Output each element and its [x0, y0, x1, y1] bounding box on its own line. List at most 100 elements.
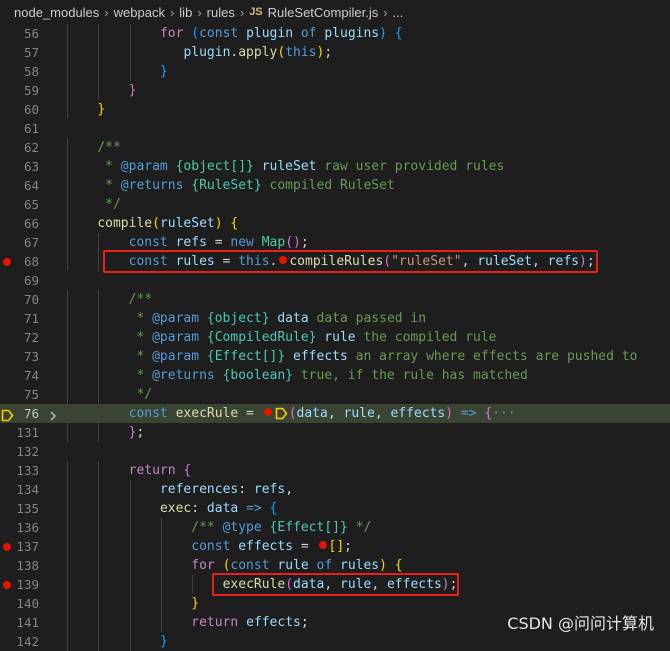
inline-breakpoint-icon[interactable] [318, 541, 327, 549]
indent-guide [67, 252, 68, 271]
indent-guide [98, 366, 100, 385]
code-line[interactable]: 70 /** [0, 290, 670, 309]
breadcrumb-item[interactable]: rules [207, 5, 235, 20]
line-number: 74 [23, 368, 39, 383]
code-line[interactable]: 135 exec: data => { [0, 499, 670, 518]
code-line[interactable]: 59} [0, 81, 670, 100]
code-text[interactable]: for (const plugin of plugins) { [160, 24, 403, 43]
indent-guide [67, 157, 68, 176]
breadcrumb-item[interactable]: ... [393, 5, 404, 20]
indent-guide [98, 43, 100, 62]
indent-guide [98, 499, 100, 518]
code-token: /** [97, 140, 121, 155]
code-text[interactable]: return effects; [191, 613, 308, 632]
indent-guide [67, 423, 68, 442]
code-token: raw user provided rules [316, 159, 505, 174]
code-text[interactable]: */ [97, 195, 121, 214]
code-line[interactable]: 56 for (const plugin of plugins) { [0, 24, 670, 43]
code-line[interactable]: 58} [0, 62, 670, 81]
code-text[interactable]: * @param {CompiledRule} rule the compile… [129, 328, 496, 347]
code-text[interactable]: */ [129, 385, 152, 404]
code-text[interactable]: /** [97, 138, 120, 157]
indent-guide [98, 480, 100, 499]
code-line[interactable]: 133 return { [0, 461, 670, 480]
code-line[interactable]: 131}; [0, 423, 670, 442]
code-token: ; [300, 235, 309, 250]
code-line[interactable]: 71 * @param {object} data data passed in [0, 309, 670, 328]
code-text[interactable]: const effects = []; [191, 537, 352, 556]
breadcrumb-separator: › [239, 4, 245, 20]
code-token: { [230, 216, 239, 231]
code-token: /** [191, 520, 223, 535]
code-text[interactable]: return { [129, 461, 192, 480]
indent-guide [67, 195, 68, 214]
code-token: data [206, 501, 239, 516]
code-text[interactable]: } [129, 81, 137, 100]
code-line[interactable]: 137 const effects = []; [0, 537, 670, 556]
breadcrumb-item[interactable]: lib [179, 5, 192, 20]
code-token: {RuleSet} [191, 178, 262, 193]
code-text[interactable]: }; [129, 423, 145, 442]
line-number: 63 [23, 159, 39, 174]
code-line[interactable]: 73 * @param {Effect[]} effects an array … [0, 347, 670, 366]
code-token: = [206, 235, 231, 250]
code-line[interactable]: 63 * @param {object[]} ruleSet raw user … [0, 157, 670, 176]
code-line[interactable]: 69 [0, 271, 670, 290]
code-token: * [128, 311, 153, 326]
code-token: => [246, 501, 262, 516]
code-token: ( [285, 235, 294, 250]
code-text[interactable]: * @returns {boolean} true, if the rule h… [129, 366, 527, 385]
code-line[interactable]: 134 references: refs, [0, 480, 670, 499]
code-text[interactable]: } [97, 100, 105, 119]
code-text[interactable]: * @param {Effect[]} effects an array whe… [129, 347, 637, 366]
code-line[interactable]: 65 */ [0, 195, 670, 214]
code-token: } [128, 83, 137, 98]
code-text[interactable]: /** @type {Effect[]} */ [191, 518, 371, 537]
code-line[interactable]: 66 compile(ruleSet) { [0, 214, 670, 233]
breadcrumb-item[interactable]: node_modules [14, 5, 99, 20]
indent-guide [98, 233, 100, 252]
code-line[interactable]: 72 * @param {CompiledRule} rule the comp… [0, 328, 670, 347]
code-text[interactable]: * @param {object[]} ruleSet raw user pro… [97, 157, 504, 176]
code-text[interactable]: compile(ruleSet) { [97, 214, 238, 233]
indent-guide [192, 575, 194, 594]
code-token: rule [343, 406, 375, 421]
code-token: const [230, 558, 278, 573]
inline-breakpoint-icon[interactable] [263, 408, 272, 416]
code-text[interactable]: references: refs, [160, 480, 293, 499]
indent-guide [67, 385, 68, 404]
indent-guide [98, 537, 100, 556]
code-token: const [128, 235, 176, 250]
code-line[interactable]: 64 * @returns {RuleSet} compiled RuleSet [0, 176, 670, 195]
code-text[interactable]: } [191, 594, 199, 613]
code-line[interactable]: 75 */ [0, 385, 670, 404]
folded-code-ellipsis[interactable]: ··· [492, 406, 515, 421]
code-text[interactable]: * @returns {RuleSet} compiled RuleSet [97, 176, 395, 195]
code-text[interactable]: } [160, 62, 168, 81]
code-line[interactable]: 57 plugin.apply(this); [0, 43, 670, 62]
breadcrumb: node_modules › webpack › lib › rules › JS RuleSet… [0, 0, 670, 24]
indent-guide [160, 537, 162, 556]
code-token: ) [445, 406, 454, 421]
code-line[interactable]: 132 [0, 442, 670, 461]
breadcrumb-item[interactable]: RuleSetCompiler.js [268, 5, 379, 20]
code-line[interactable]: 60} [0, 100, 670, 119]
code-token: refs [253, 482, 286, 497]
code-token: */ [128, 387, 153, 402]
code-line[interactable]: 136 /** @type {Effect[]} */ [0, 518, 670, 537]
code-text[interactable]: exec: data => { [160, 499, 277, 518]
breadcrumb-item[interactable]: webpack [114, 5, 165, 20]
code-text[interactable]: plugin.apply(this); [183, 43, 332, 62]
code-line[interactable]: 74 * @returns {boolean} true, if the rul… [0, 366, 670, 385]
code-token: ; [324, 45, 333, 60]
code-text[interactable]: * @param {object} data data passed in [129, 309, 426, 328]
code-token: refs [175, 235, 207, 250]
code-token: apply [238, 45, 278, 60]
code-text[interactable]: /** [129, 290, 152, 309]
code-line[interactable]: 76 const execRule = (data, rule, effects)… [0, 404, 670, 423]
code-line[interactable]: 62 /** [0, 138, 670, 157]
line-number: 56 [23, 26, 39, 41]
code-line[interactable]: 61 [0, 119, 670, 138]
indent-guide [160, 613, 162, 632]
